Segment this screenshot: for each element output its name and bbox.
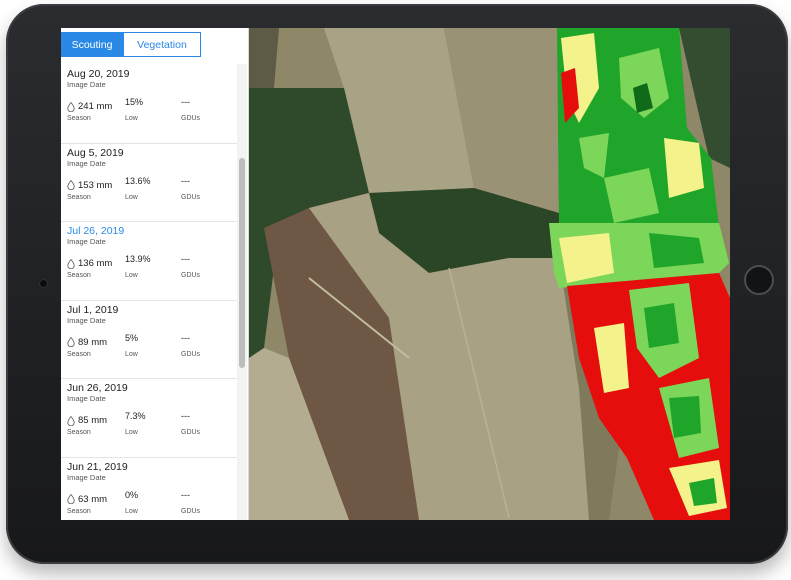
image-date: Jul 26, 2019	[67, 225, 125, 237]
season-label: Season	[67, 350, 91, 358]
tab-vegetation[interactable]: Vegetation	[123, 32, 201, 57]
low-label: Low	[125, 429, 138, 436]
low-percent: 0%	[125, 489, 139, 500]
image-date-label: Image Date	[67, 80, 106, 89]
gdu-value: ---	[181, 97, 190, 107]
gdus-label: GDUs	[181, 350, 201, 358]
season-label: Season	[67, 507, 91, 515]
image-date: Aug 5, 2019	[67, 146, 124, 159]
gdus-label: GDUs	[181, 272, 201, 279]
rainfall-value: 136 mm	[67, 258, 112, 269]
image-date: Aug 20, 2019	[67, 68, 130, 80]
rainfall-value: 241 mm	[67, 101, 112, 112]
gdu-value: ---	[181, 489, 190, 500]
low-label: Low	[125, 193, 138, 201]
gdu-value: ---	[181, 254, 190, 264]
image-date-label: Image Date	[67, 237, 106, 246]
list-item[interactable]: Aug 5, 2019 Image Date 153 mm 13.6% --- …	[61, 144, 237, 222]
water-drop-icon	[67, 101, 75, 112]
season-label: Season	[67, 193, 91, 201]
sidebar: Scouting Vegetation Aug 20, 2019 Image D…	[61, 28, 249, 520]
low-percent: 7.3%	[125, 411, 146, 421]
low-percent: 13.9%	[125, 254, 151, 264]
low-label: Low	[125, 507, 138, 515]
image-date: Jun 21, 2019	[67, 460, 128, 473]
season-label: Season	[67, 115, 91, 122]
water-drop-icon	[67, 494, 75, 504]
image-date: Jul 1, 2019	[67, 303, 119, 316]
list-item[interactable]: Jun 26, 2019 Image Date 85 mm 7.3% --- S…	[61, 379, 237, 458]
rainfall-value: 63 mm	[67, 494, 107, 505]
camera-icon	[39, 279, 48, 288]
low-percent: 13.6%	[125, 175, 151, 186]
rainfall-value: 89 mm	[67, 337, 107, 348]
gdus-label: GDUs	[181, 193, 201, 201]
water-drop-icon	[67, 415, 75, 426]
app-screen: Scouting Vegetation Aug 20, 2019 Image D…	[61, 28, 730, 520]
low-label: Low	[125, 115, 138, 122]
gdus-label: GDUs	[181, 115, 201, 122]
water-drop-icon	[67, 180, 75, 190]
list-item[interactable]: Aug 20, 2019 Image Date 241 mm 15% --- S…	[61, 65, 237, 144]
rainfall-value: 153 mm	[67, 180, 112, 191]
list-item-selected[interactable]: Jul 26, 2019 Image Date 136 mm 13.9% ---…	[61, 222, 237, 301]
low-percent: 15%	[125, 97, 144, 107]
image-date-label: Image Date	[67, 472, 106, 482]
season-label: Season	[67, 429, 91, 436]
low-percent: 5%	[125, 332, 139, 343]
water-drop-icon	[67, 337, 75, 347]
satellite-map[interactable]	[249, 28, 730, 520]
home-button[interactable]	[744, 265, 774, 295]
water-drop-icon	[67, 258, 75, 269]
view-tabs: Scouting Vegetation	[61, 32, 201, 57]
image-date-label: Image Date	[67, 394, 106, 403]
low-label: Low	[125, 272, 138, 279]
image-date-label: Image Date	[67, 158, 106, 168]
season-label: Season	[67, 272, 91, 279]
tab-scouting[interactable]: Scouting	[61, 32, 123, 57]
scrollbar-thumb[interactable]	[239, 158, 245, 368]
gdu-value: ---	[181, 175, 190, 186]
gdus-label: GDUs	[181, 507, 201, 515]
low-label: Low	[125, 350, 138, 358]
image-date: Jun 26, 2019	[67, 382, 128, 394]
image-date-list: Aug 20, 2019 Image Date 241 mm 15% --- S…	[61, 65, 237, 520]
list-item[interactable]: Jun 21, 2019 Image Date 63 mm 0% --- Sea…	[61, 458, 237, 521]
gdu-value: ---	[181, 411, 190, 421]
list-item[interactable]: Jul 1, 2019 Image Date 89 mm 5% --- Seas…	[61, 301, 237, 379]
gdus-label: GDUs	[181, 429, 201, 436]
rainfall-value: 85 mm	[67, 415, 107, 426]
gdu-value: ---	[181, 332, 190, 343]
image-date-label: Image Date	[67, 315, 106, 325]
